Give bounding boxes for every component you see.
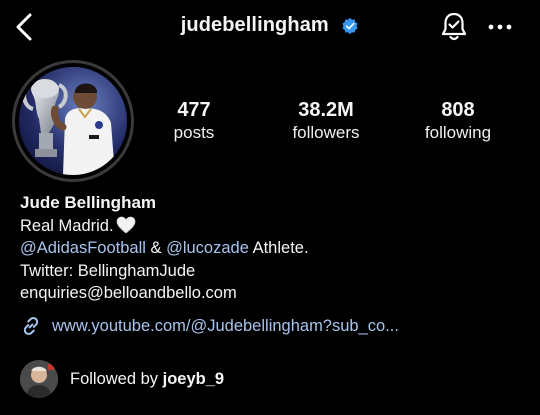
followed-by-row[interactable]: Followed by joeyb_9: [20, 360, 224, 398]
followed-by-user[interactable]: joeyb_9: [163, 370, 224, 388]
bio-line-club: Real Madrid.: [20, 215, 530, 238]
link-chain-icon: [23, 316, 39, 336]
profile-link[interactable]: www.youtube.com/@Judebellingham?sub_co..…: [20, 314, 399, 338]
mention-lucozade[interactable]: @lucozade: [166, 239, 249, 257]
followed-by-prefix: Followed by: [70, 369, 163, 388]
notification-bell-icon: [441, 12, 467, 41]
posts-count: 477: [177, 99, 211, 121]
white-heart-icon: [116, 216, 135, 234]
following-stat[interactable]: 808 following: [403, 98, 513, 144]
following-label: following: [424, 123, 492, 142]
profile-bio: Jude Bellingham Real Madrid. @AdidasFoot…: [20, 192, 530, 305]
bio-line-email: enquiries@belloandbello.com: [20, 284, 237, 302]
more-options-icon: [488, 24, 512, 30]
top-bar: judebellingham: [0, 0, 540, 56]
bio-line-twitter: Twitter: BellinghamJude: [20, 261, 196, 280]
followed-by-text: Followed by joeyb_9: [70, 370, 224, 389]
profile-link-url[interactable]: www.youtube.com/@Judebellingham?sub_co..…: [52, 317, 399, 336]
bio-line-sponsors: @AdidasFootball & @lucozade Athlete.: [20, 237, 530, 260]
follower-avatar: [20, 360, 58, 398]
avatar-photo: [19, 67, 127, 175]
avatar: [19, 67, 127, 175]
mention-adidasfootball[interactable]: @AdidasFootball: [20, 239, 146, 257]
followers-label: followers: [292, 123, 360, 142]
verified-badge-icon: [342, 17, 358, 34]
bio-ampersand: &: [145, 239, 167, 257]
more-options-button[interactable]: [484, 14, 516, 40]
bio-club-text: Real Madrid.: [20, 216, 114, 235]
posts-label: posts: [173, 123, 215, 142]
notifications-button[interactable]: [438, 10, 470, 44]
follower-avatar-photo: [20, 360, 58, 398]
followers-count: 38.2M: [298, 99, 354, 121]
profile-username: judebellingham: [180, 14, 329, 36]
followers-stat[interactable]: 38.2M followers: [271, 98, 381, 144]
profile-picture[interactable]: [12, 60, 134, 182]
bio-athlete-text: Athlete.: [248, 239, 309, 257]
posts-stat[interactable]: 477 posts: [139, 98, 249, 144]
display-name: Jude Bellingham: [20, 193, 157, 212]
following-count: 808: [441, 99, 475, 121]
